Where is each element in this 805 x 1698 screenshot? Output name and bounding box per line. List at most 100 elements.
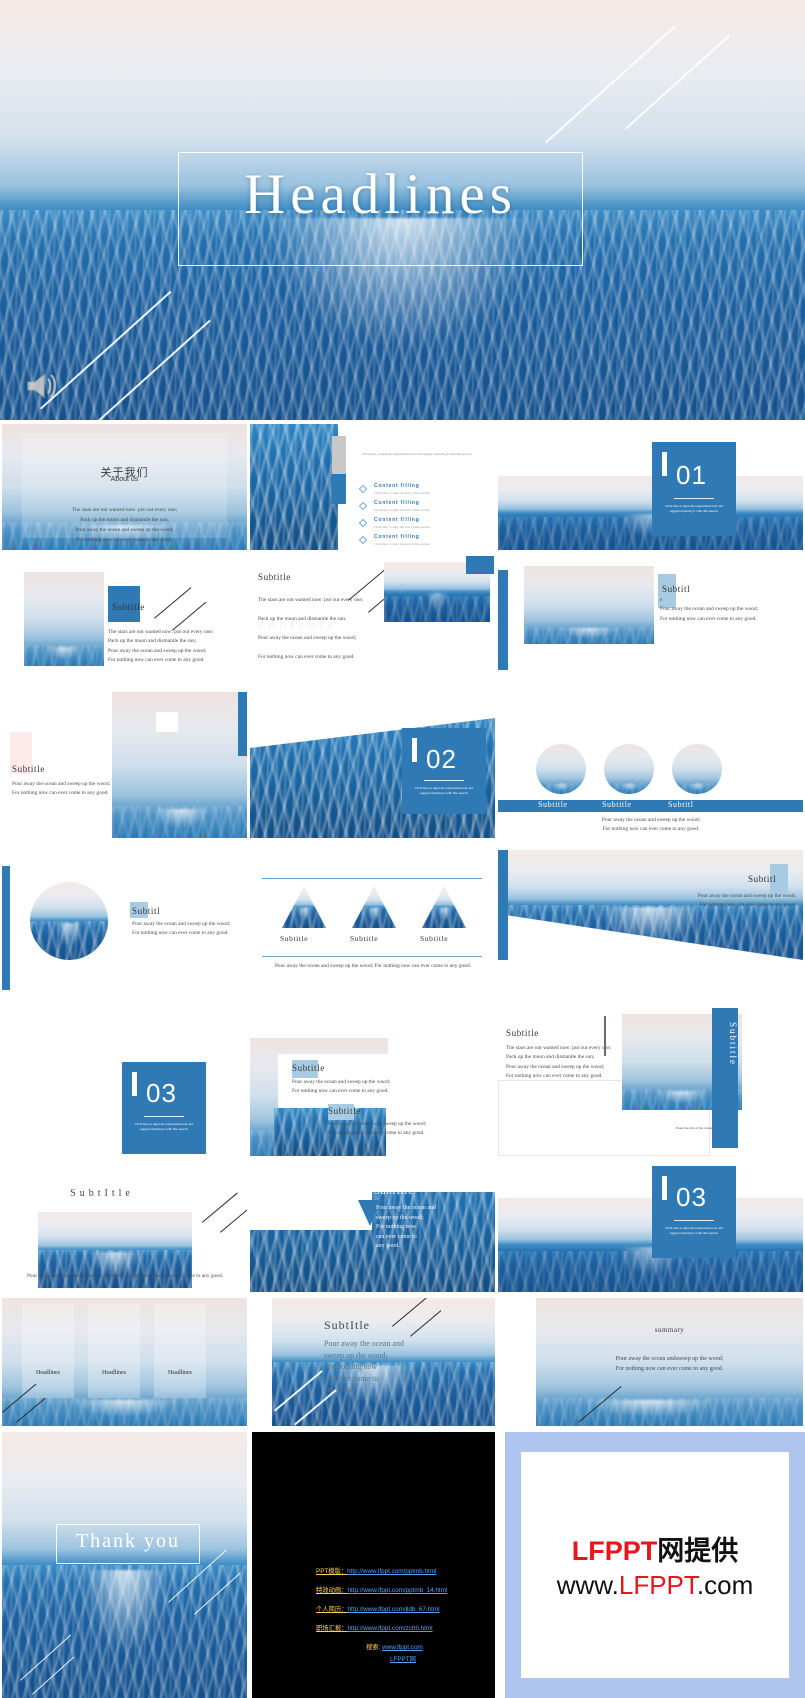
subtitle: Subtitle xyxy=(506,1028,539,1038)
subtitle: Subtitle xyxy=(328,1106,361,1116)
about-poem-l2: Pack up the moon and dismantle the sun; xyxy=(80,517,169,523)
summary-title: summary xyxy=(654,1326,685,1334)
speaker-icon[interactable] xyxy=(24,370,64,402)
diamond-icon xyxy=(358,501,368,511)
decorative-line xyxy=(220,1206,247,1233)
decorative-line xyxy=(202,1192,238,1223)
link-label: 特效动画： xyxy=(316,1587,348,1594)
left-accent-bar xyxy=(2,866,10,990)
watermark-line-2: www.LFPPT.com xyxy=(557,1570,754,1601)
slide-wide-ocean-subtitle[interactable]: Subtitl e Pour away the ocean and sweep u… xyxy=(498,556,803,682)
slide-pink-subtitle[interactable]: Subtitle Pour away the ocean and sweep u… xyxy=(2,688,247,838)
caption: Pour away the ocean and sweep up the woo… xyxy=(26,1273,224,1279)
slide-section-03-b[interactable]: 03 Click here to input the replacement t… xyxy=(498,1160,803,1292)
subtitle-body: The stars are not wanted now: put out ev… xyxy=(108,629,214,664)
content-intro: Click here to input the replacement text… xyxy=(362,452,472,456)
diamond-icon xyxy=(358,484,368,494)
link-row[interactable]: 职场汇报：http://www.lfppt.com/zchb.html xyxy=(316,1623,433,1632)
slide-angled-ocean[interactable]: Subtitl Pour away the ocean and sweep up… xyxy=(498,850,803,1005)
slide-subtitle-left-image[interactable]: Subtitle The stars are not wanted now: p… xyxy=(2,556,247,682)
mask-block xyxy=(250,1298,272,1426)
subtitle-body: e Pour away the ocean and sweep up the wo… xyxy=(660,597,759,622)
enter-title-here: Enter the title of the content xyxy=(676,1126,714,1130)
triangle-image xyxy=(352,886,396,928)
slide-three-circles[interactable]: Subtitle Subtitle Subtitl Pour away the … xyxy=(498,688,803,838)
slide-subtitle-overlay[interactable]: SubtItle Pour away the ocean and sweep u… xyxy=(250,1298,495,1426)
subtitle: Subtitle xyxy=(292,1063,325,1073)
subtitle-body: Pour away the ocean and sweep up the woo… xyxy=(376,1205,436,1250)
circle-label: Subtitle xyxy=(538,800,568,809)
content-filling-sub: Click here to enter the text of this sec… xyxy=(374,525,430,529)
search-name[interactable]: LFPPT网 xyxy=(390,1656,416,1663)
content-filling-sub: Click here to enter the text of this sec… xyxy=(374,508,430,512)
link-url[interactable]: http://www.lfppt.com/jldb_67.html xyxy=(347,1606,439,1613)
slide-subtitle-right-image[interactable]: Subtitle contents The stars are not want… xyxy=(250,556,495,682)
about-poem-l4: For nothing now can ever come to any goo… xyxy=(76,537,173,543)
slide-image xyxy=(524,566,654,644)
search-label: 搜索: xyxy=(366,1644,381,1651)
slide-section-01[interactable]: 01 Click here to input the replacement t… xyxy=(498,424,803,550)
mask-block xyxy=(498,1298,536,1426)
slide-circle-subtitle[interactable]: Subtitl Pour away the ocean and sweep up… xyxy=(2,850,247,1005)
slide-background xyxy=(498,476,803,550)
slide-about-us[interactable]: 关于我们 About us The stars are not wanted n… xyxy=(2,424,247,550)
subtitle-vertical: Subtitle xyxy=(728,1022,738,1067)
section-number: 02 xyxy=(426,744,457,774)
slide-summary[interactable]: summary Pour away the ocean andsweep up … xyxy=(498,1298,803,1426)
content-filling-label: Content filling xyxy=(374,483,420,489)
slide-two-subtitles[interactable]: Subtitle Pour away the ocean and sweep u… xyxy=(250,1008,495,1156)
section-number-box-03: 03 Click here to input the replacement t… xyxy=(652,1166,736,1258)
subtitle-alt: SubtItle xyxy=(374,1186,414,1197)
triangle-label: Subtitle xyxy=(350,934,379,943)
lfppt-watermark-panel: LFPPT网提供 www.LFPPT.com xyxy=(505,1432,805,1698)
watermark-line-1: LFPPT网提供 xyxy=(572,1529,739,1568)
thank-you-title: Thank you xyxy=(75,1530,181,1552)
link-label: PPT模版： xyxy=(316,1568,348,1575)
download-links-panel: PPT模版：http://www.lfppt.com/pptmb.html 特效… xyxy=(252,1432,495,1698)
slide-three-triangles[interactable]: Subtitle Subtitle Subtitle Pour away the… xyxy=(250,850,495,1005)
hero-slide: Headlines xyxy=(0,0,805,420)
link-label: 个人简历： xyxy=(316,1606,348,1613)
link-url[interactable]: http://www.lfppt.com/pptmb_14.html xyxy=(347,1587,447,1594)
slide-section-02[interactable]: 02 Click here to input the replacement t… xyxy=(250,688,495,838)
section-number: 03 xyxy=(676,1182,707,1212)
hero-title: Headlines xyxy=(244,163,517,226)
content-filling-sub: Click here to enter the text of this sec… xyxy=(374,542,430,546)
diamond-icon xyxy=(358,535,368,545)
slide-vertical-subtitle[interactable]: Subtitle The stars are not wanted now: p… xyxy=(498,1008,803,1156)
headline-panel xyxy=(22,1304,74,1398)
slide-thank-you[interactable]: Thank you xyxy=(2,1432,247,1698)
watermark-inner: LFPPT网提供 www.LFPPT.com xyxy=(521,1452,789,1678)
link-row[interactable]: 个人简历：http://www.lfppt.com/jldb_67.html xyxy=(316,1604,440,1613)
section-caption: Click here to input the replacement text… xyxy=(665,1226,723,1236)
link-row[interactable]: PPT模版：http://www.lfppt.com/pptmb.html xyxy=(316,1566,436,1575)
slide-image xyxy=(112,692,247,838)
about-poem-l1: The stars are not wanted now: put out ev… xyxy=(71,507,178,513)
headline-label: Headlines xyxy=(36,1370,60,1376)
search-site[interactable]: www.lfppt.com xyxy=(382,1644,423,1651)
link-url[interactable]: http://www.lfppt.com/pptmb.html xyxy=(347,1568,436,1575)
section-number-box-02: 02 Click here to input the replacement t… xyxy=(402,728,486,814)
left-accent-bar xyxy=(498,850,508,960)
watermark-url-pre: www. xyxy=(556,1570,619,1600)
slide-content-list[interactable]: Click here to input the replacement text… xyxy=(250,424,495,550)
section-caption: Click here to input the replacement text… xyxy=(415,786,473,796)
watermark-suffix: 网提供 xyxy=(657,1536,739,1566)
headline-panel xyxy=(88,1304,140,1398)
subtitle-body: Pour away the ocean and sweep up the woo… xyxy=(324,1339,404,1395)
subtitle: Subtitl xyxy=(662,584,691,594)
watermark-url-post: .com xyxy=(696,1570,754,1600)
circle-label: Subtitle xyxy=(602,800,632,809)
link-row[interactable]: 特效动画：http://www.lfppt.com/pptmb_14.html xyxy=(316,1585,447,1594)
slide-three-headlines[interactable]: Headlines Headlines Headlines xyxy=(2,1298,247,1426)
slide-subtitle-centered-image[interactable]: SubtItle Pour away the ocean and sweep u… xyxy=(2,1160,247,1292)
subtitle-body: Pour away the ocean and sweep up the woo… xyxy=(697,893,796,909)
subtitle: Subtitle xyxy=(258,572,291,582)
subtitle-body: Pour away the ocean and sweep up the woo… xyxy=(12,781,111,797)
content-filling-sub: Click here to enter the text of this sec… xyxy=(374,491,430,495)
slide-arrow-subtitle[interactable]: SubtItle Pour away the ocean and sweep u… xyxy=(250,1160,495,1292)
slide-section-03-a[interactable]: 03 Click here to input the replacement t… xyxy=(2,1008,247,1156)
subtitle-body: The stars are not wanted now: put out ev… xyxy=(258,597,364,660)
link-url[interactable]: http://www.lfppt.com/zchb.html xyxy=(347,1625,432,1632)
about-poem-l3: Pour away the ocean and sweep up the woo… xyxy=(75,527,174,533)
